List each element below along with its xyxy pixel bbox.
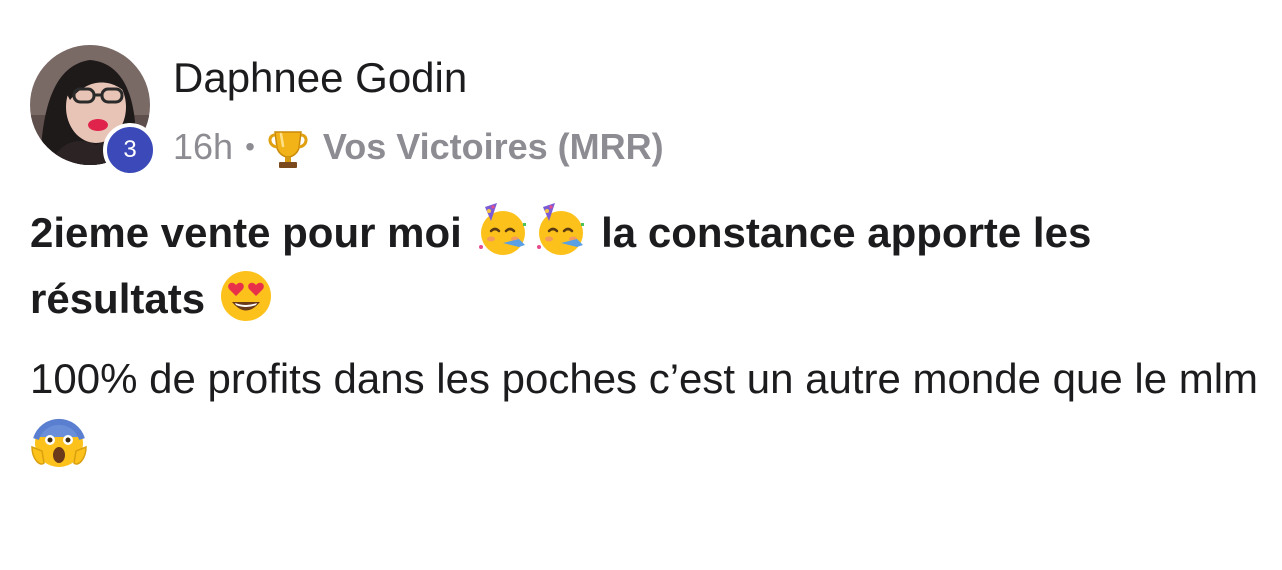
title-text-start: 2ieme vente pour moi <box>30 209 474 256</box>
partying-face-emoji-icon <box>473 201 531 259</box>
post-time[interactable]: 16h <box>173 126 233 168</box>
post-meta: 16h • Vos Victoires (MRR) <box>173 124 664 170</box>
trophy-icon <box>265 124 311 170</box>
post-body: 2ieme vente pour moi la constance apport… <box>30 200 1260 478</box>
post-text: 100% de profits dans les poches c’est un… <box>30 346 1260 478</box>
group-link[interactable]: Vos Victoires (MRR) <box>323 126 664 168</box>
body-text: 100% de profits dans les poches c’est un… <box>30 355 1259 402</box>
screaming-face-emoji-icon <box>30 413 88 471</box>
heart-eyes-emoji-icon <box>217 267 275 325</box>
author-name[interactable]: Daphnee Godin <box>173 54 467 102</box>
level-badge: 3 <box>103 123 157 177</box>
post-card: 3 Daphnee Godin 16h • Vos Victoires (MRR… <box>0 0 1282 570</box>
post-title: 2ieme vente pour moi la constance apport… <box>30 200 1260 332</box>
partying-face-emoji-icon <box>531 201 589 259</box>
meta-separator: • <box>245 131 255 162</box>
